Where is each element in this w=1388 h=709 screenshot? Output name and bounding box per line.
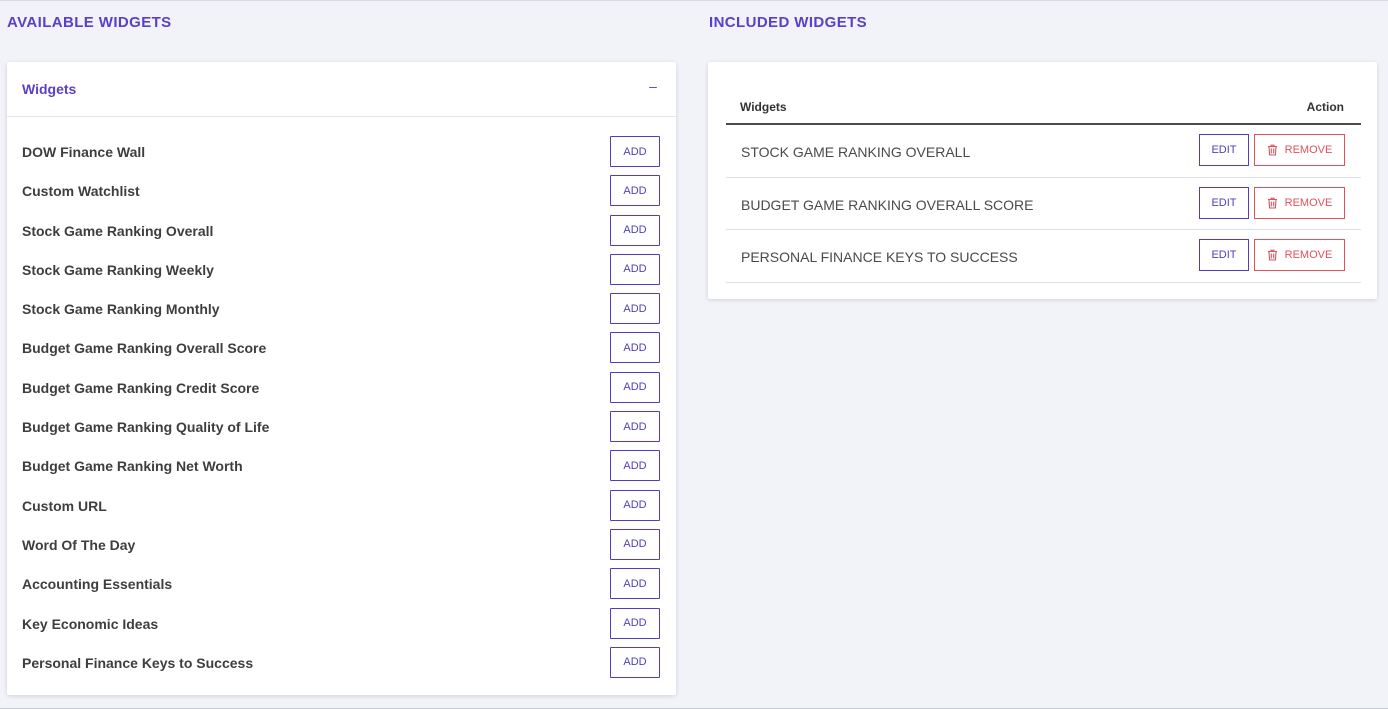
widgets-card-title: Widgets <box>22 81 77 97</box>
column-header-widgets: Widgets <box>740 100 787 114</box>
add-widget-button[interactable]: ADD <box>610 332 660 364</box>
trash-icon <box>1267 144 1278 156</box>
add-widget-button[interactable]: ADD <box>610 253 660 285</box>
included-widgets-rows: STOCK GAME RANKING OVERALL EDIT REMOVE BUDG… <box>726 125 1361 283</box>
widget-name: Custom Watchlist <box>22 183 140 200</box>
collapse-minus-icon[interactable]: – <box>646 78 660 94</box>
list-item: Word Of The Day ADD <box>7 528 676 568</box>
widget-name: Stock Game Ranking Monthly <box>22 301 220 318</box>
edit-widget-button[interactable]: EDIT <box>1199 239 1249 271</box>
included-widgets-table-header: Widgets Action <box>726 91 1361 125</box>
add-widget-button[interactable]: ADD <box>610 411 660 443</box>
widget-name: Stock Game Ranking Overall <box>22 222 214 239</box>
widget-name: Stock Game Ranking Weekly <box>22 261 214 278</box>
widget-name: Custom URL <box>22 497 107 514</box>
edit-widget-button[interactable]: EDIT <box>1199 134 1249 166</box>
list-item: Budget Game Ranking Quality of Life ADD <box>7 411 676 450</box>
remove-widget-button[interactable]: REMOVE <box>1254 186 1345 219</box>
add-widget-button[interactable]: ADD <box>610 528 660 560</box>
list-item: DOW Finance Wall ADD <box>7 136 676 175</box>
list-item: Stock Game Ranking Monthly ADD <box>7 293 676 332</box>
included-widgets-title: INCLUDED WIDGETS <box>709 14 868 31</box>
add-widget-button[interactable]: ADD <box>610 136 660 167</box>
widget-name: Budget Game Ranking Overall Score <box>22 340 267 357</box>
available-widgets-card: Widgets – DOW Finance Wall ADD Custom Watc… <box>7 62 676 695</box>
included-widget-name: BUDGET GAME RANKING OVERALL SCORE <box>741 196 1034 213</box>
widget-name: DOW Finance Wall <box>22 144 146 160</box>
add-widget-button[interactable]: ADD <box>610 450 660 482</box>
available-widgets-title: AVAILABLE WIDGETS <box>7 14 172 31</box>
widget-name: Word Of The Day <box>22 536 136 553</box>
add-widget-button[interactable]: ADD <box>610 489 660 521</box>
remove-widget-button[interactable]: REMOVE <box>1254 239 1345 271</box>
included-widgets-table: Widgets Action STOCK GAME RANKING OVERAL… <box>726 91 1361 283</box>
trash-icon <box>1267 197 1278 209</box>
widget-name: Budget Game Ranking Net Worth <box>22 458 243 475</box>
table-row: STOCK GAME RANKING OVERALL EDIT REMOVE <box>726 125 1361 178</box>
widget-name: Budget Game Ranking Quality of Life <box>22 419 270 436</box>
list-item: Budget Game Ranking Overall Score ADD <box>7 332 676 371</box>
widget-name: Key Economic Ideas <box>22 615 159 632</box>
table-row: PERSONAL FINANCE KEYS TO SUCCESS EDIT REMO… <box>726 230 1361 283</box>
list-item: Accounting Essentials ADD <box>7 568 676 607</box>
table-row: BUDGET GAME RANKING OVERALL SCORE EDIT REM… <box>726 178 1361 230</box>
add-widget-button[interactable]: ADD <box>610 607 660 639</box>
list-item: Budget Game Ranking Net Worth ADD <box>7 450 676 489</box>
widget-name: Budget Game Ranking Credit Score <box>22 379 260 396</box>
column-header-action: Action <box>1306 100 1344 114</box>
remove-button-label: REMOVE <box>1284 196 1333 209</box>
add-widget-button[interactable]: ADD <box>610 175 660 207</box>
list-item: Personal Finance Keys to Success ADD <box>7 646 676 686</box>
add-widget-button[interactable]: ADD <box>610 646 660 678</box>
included-widget-name: STOCK GAME RANKING OVERALL <box>741 144 971 160</box>
included-widget-name: PERSONAL FINANCE KEYS TO SUCCESS <box>741 249 1018 265</box>
available-widgets-card-header: Widgets – <box>7 62 676 117</box>
add-widget-button[interactable]: ADD <box>610 568 660 600</box>
list-item: Stock Game Ranking Weekly ADD <box>7 253 676 293</box>
add-widget-button[interactable]: ADD <box>610 214 660 246</box>
list-item: Key Economic Ideas ADD <box>7 607 676 647</box>
widget-name: Accounting Essentials <box>22 576 173 593</box>
list-item: Custom Watchlist ADD <box>7 175 676 214</box>
list-item: Stock Game Ranking Overall ADD <box>7 214 676 254</box>
trash-icon <box>1267 249 1278 261</box>
included-widgets-card: Widgets Action STOCK GAME RANKING OVERAL… <box>708 62 1377 299</box>
list-item: Budget Game Ranking Credit Score ADD <box>7 371 676 411</box>
available-widgets-list: DOW Finance Wall ADD Custom Watchlist ADD St… <box>7 136 676 686</box>
remove-button-label: REMOVE <box>1284 144 1333 156</box>
remove-button-label: REMOVE <box>1284 249 1333 261</box>
add-widget-button[interactable]: ADD <box>610 293 660 325</box>
widget-name: Personal Finance Keys to Success <box>22 654 254 671</box>
remove-widget-button[interactable]: REMOVE <box>1254 134 1345 166</box>
list-item: Custom URL ADD <box>7 489 676 529</box>
edit-widget-button[interactable]: EDIT <box>1199 186 1249 219</box>
add-widget-button[interactable]: ADD <box>610 371 660 403</box>
